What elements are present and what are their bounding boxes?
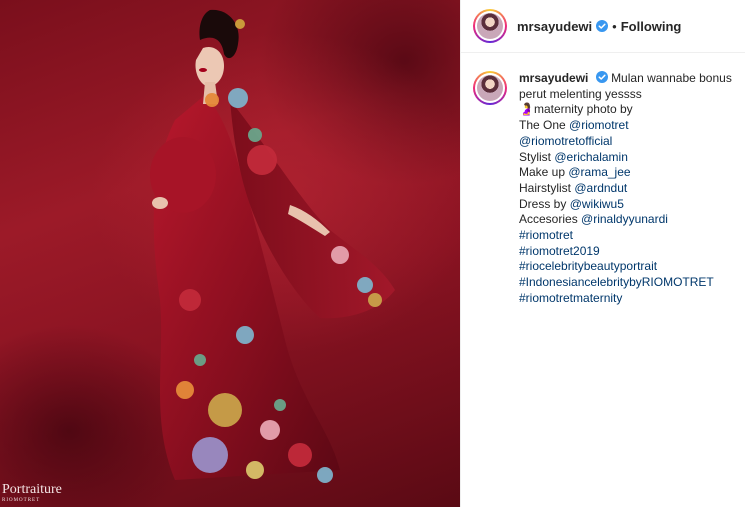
caption-avatar[interactable]	[473, 71, 507, 105]
watermark-title: Portraiture	[2, 482, 62, 497]
caption-line: The One @riomotret	[519, 118, 733, 134]
caption-line-text: The One	[519, 118, 570, 133]
caption-text-line: perut melenting yessss	[519, 86, 642, 101]
caption-line-text: Hairstylist	[519, 180, 575, 195]
avatar-image	[477, 13, 503, 39]
post-photo[interactable]: Portraiture RIOMOTRET	[0, 0, 460, 507]
caption-text: Mulan wannabe bonus	[611, 71, 732, 85]
post-side-panel: mrsayudewi • Following mrsayudewi Mulan …	[460, 0, 745, 507]
caption-line: 🤰maternity photo by	[519, 102, 733, 118]
verified-badge-icon	[595, 71, 608, 83]
caption-line: Stylist @erichalamin	[519, 150, 733, 166]
caption-body: mrsayudewi Mulan wannabe bonus perut mel…	[519, 71, 733, 307]
caption-line: #IndonesiancelebritybyRIOMOTRET	[519, 275, 733, 291]
caption-line-text: 🤰maternity photo by	[519, 102, 633, 117]
caption-hashtag[interactable]: #riomotret	[519, 228, 573, 242]
following-button[interactable]: Following	[621, 19, 682, 34]
watermark-subtitle: RIOMOTRET	[2, 498, 41, 503]
kimono-figure-illustration	[150, 9, 395, 483]
caption-hashtag[interactable]: #IndonesiancelebritybyRIOMOTRET	[519, 275, 714, 289]
caption-line-text: Dress by	[519, 196, 570, 211]
caption-hashtag[interactable]: #riomotret2019	[519, 244, 600, 258]
verified-badge-icon	[596, 20, 609, 32]
header-separator: •	[612, 18, 617, 34]
caption-line: Hairstylist @ardndut	[519, 181, 733, 197]
caption-line: @riomotretofficial	[519, 134, 733, 150]
caption-link[interactable]: @rinaldyyunardi	[581, 212, 668, 226]
header-avatar[interactable]	[473, 9, 507, 43]
caption-line-text: Accesories	[519, 212, 582, 227]
caption-link[interactable]: @riomotretofficial	[519, 134, 612, 148]
caption-line: #riomotret	[519, 228, 733, 244]
caption-hashtag[interactable]: #riocelebritybeautyportrait	[519, 259, 657, 273]
caption-link[interactable]: @rama_jee	[568, 165, 630, 179]
caption-line-text: Make up	[519, 165, 569, 180]
caption-line: #riomotret2019	[519, 244, 733, 260]
post-caption: mrsayudewi Mulan wannabe bonus perut mel…	[461, 53, 745, 307]
caption-link[interactable]: @erichalamin	[554, 150, 628, 164]
post-header: mrsayudewi • Following	[461, 0, 745, 53]
caption-line: Make up @rama_jee	[519, 165, 733, 181]
caption-hashtag[interactable]: #riomotretmaternity	[519, 291, 622, 305]
photo-watermark: Portraiture RIOMOTRET	[2, 482, 62, 504]
caption-link[interactable]: @riomotret	[569, 118, 629, 132]
caption-link[interactable]: @wikiwu5	[570, 197, 624, 211]
caption-line: Accesories @rinaldyyunardi	[519, 212, 733, 228]
header-username[interactable]: mrsayudewi	[517, 19, 592, 34]
caption-line-text: Stylist	[519, 149, 555, 164]
caption-link[interactable]: @ardndut	[574, 181, 627, 195]
caption-username[interactable]: mrsayudewi	[519, 71, 588, 85]
caption-line: Dress by @wikiwu5	[519, 197, 733, 213]
caption-line: #riomotretmaternity	[519, 291, 733, 307]
avatar-image	[477, 75, 503, 101]
caption-line: #riocelebritybeautyportrait	[519, 259, 733, 275]
caption-first-line: mrsayudewi Mulan wannabe bonus	[519, 71, 733, 87]
